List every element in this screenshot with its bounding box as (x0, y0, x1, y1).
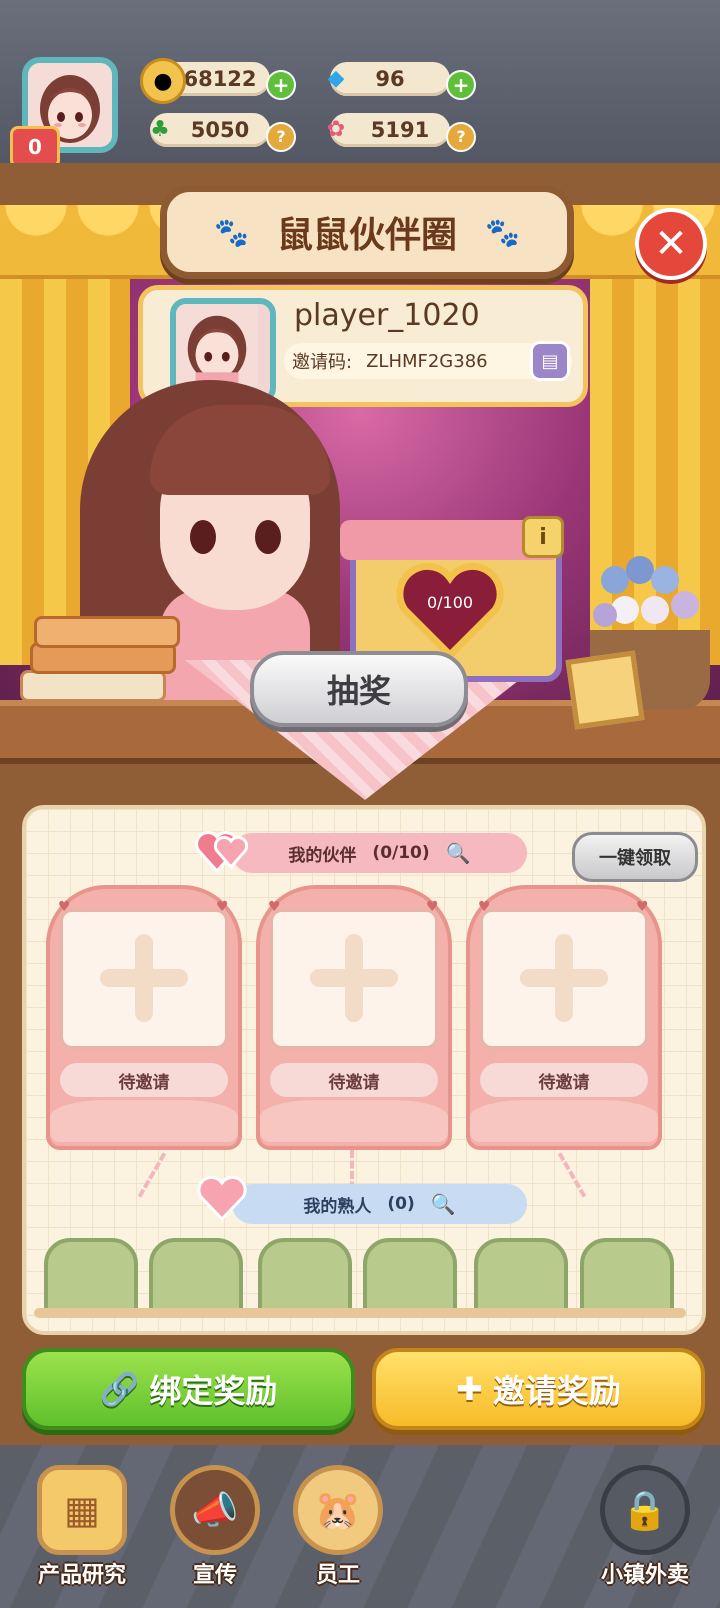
nav-product-research[interactable]: ▦ 产品研究 (27, 1465, 137, 1600)
character-eye (255, 520, 281, 554)
flower-icon: ✿ (326, 116, 346, 142)
clover-help-button[interactable]: ? (266, 122, 296, 152)
info-icon: i (539, 524, 547, 550)
double-heart-icon (195, 831, 249, 874)
copy-icon: ▤ (541, 350, 559, 372)
search-icon[interactable]: 🔍 (446, 841, 471, 865)
copy-invite-code-button[interactable]: ▤ (530, 341, 570, 381)
link-icon: 🔗 (99, 1370, 140, 1408)
paw-icon: 🐾 (485, 215, 520, 249)
add-gems-button[interactable]: + (446, 70, 476, 100)
close-icon: ✕ (654, 221, 688, 267)
coin-icon: ● (140, 58, 186, 104)
player-name: player_1020 (294, 298, 480, 333)
my-partners-header: 我的伙伴 (0/10) 🔍 (232, 833, 527, 873)
my-acquaintances-label: 我的熟人 (303, 1196, 372, 1217)
invite-code-label: 邀请码: (292, 352, 353, 373)
bind-reward-button[interactable]: 🔗 绑定奖励 (22, 1348, 355, 1430)
my-acquaintances-header: 我的熟人 (0) 🔍 (232, 1184, 527, 1224)
plus-icon: ✚ (456, 1370, 483, 1408)
photo-frame (565, 650, 645, 730)
nav-label: 产品研究 (37, 1563, 126, 1588)
lottery-progress: 0/100 (426, 593, 474, 612)
partner-slot[interactable]: ♥ ♥ 待邀请 (46, 885, 242, 1150)
invite-reward-button[interactable]: ✚ 邀请奖励 (372, 1348, 705, 1430)
paw-icon: 🐾 (214, 215, 249, 249)
nav-label: 宣传 (192, 1563, 237, 1588)
invite-code-value: ZLHMF2G386 (366, 350, 488, 372)
acquaintance-slot[interactable] (149, 1238, 243, 1318)
acquaintance-slot[interactable] (44, 1238, 138, 1318)
flower-value: 5191 (370, 118, 430, 142)
acquaintance-slot[interactable] (363, 1238, 457, 1318)
plus-icon (345, 934, 363, 1022)
heart-icon (197, 1175, 247, 1222)
invite-code-row: 邀请码: ZLHMF2G386 (284, 343, 572, 379)
plus-icon (555, 934, 573, 1022)
my-partners-count: (0/10) (372, 843, 430, 863)
plus-icon (135, 934, 153, 1022)
nav-town-delivery[interactable]: 🔒 小镇外卖 (590, 1465, 700, 1600)
draw-lottery-button[interactable]: 抽奖 (250, 651, 468, 727)
bind-reward-label: 绑定奖励 (149, 1372, 278, 1410)
panel-title-sign: 🐾 鼠鼠伙伴圈 🐾 (160, 185, 574, 279)
slot-status: 待邀请 (270, 1063, 438, 1097)
nav-staff[interactable]: 🐹 员工 (283, 1465, 393, 1600)
partner-slot[interactable]: ♥ ♥ 待邀请 (466, 885, 662, 1150)
flower-help-button[interactable]: ? (446, 122, 476, 152)
my-partners-label: 我的伙伴 (288, 845, 357, 866)
slot-wave-decoration (50, 1100, 238, 1142)
diamond-icon: ◆ (327, 65, 345, 91)
gems-value: 96 (375, 67, 405, 91)
slot-status: 待邀请 (60, 1063, 228, 1097)
slot-wave-decoration (470, 1100, 658, 1142)
slot-wave-decoration (260, 1100, 448, 1142)
close-button[interactable]: ✕ (635, 208, 707, 280)
acquaintance-slot[interactable] (580, 1238, 674, 1318)
panel-title: 鼠鼠伙伴圈 (276, 215, 457, 256)
lottery-info-button[interactable]: i (522, 516, 564, 558)
book (34, 616, 180, 648)
clover-value: 5050 (190, 118, 250, 142)
my-acquaintances-count: (0) (387, 1194, 415, 1214)
nav-promotion[interactable]: 📣 宣传 (160, 1465, 270, 1600)
character-eye (190, 520, 216, 554)
search-icon[interactable]: 🔍 (431, 1192, 456, 1216)
girl-portrait-icon (176, 304, 258, 386)
slot-status: 待邀请 (480, 1063, 648, 1097)
partner-slot[interactable]: ♥ ♥ 待邀请 (256, 885, 452, 1150)
board-rail (34, 1308, 686, 1318)
coins-value: 68122 (183, 67, 257, 91)
level-badge: 0 (10, 126, 60, 168)
research-icon: ▦ (37, 1465, 127, 1555)
nav-label: 员工 (315, 1563, 360, 1588)
hamster-icon: 🐹 (293, 1465, 383, 1555)
acquaintance-slot[interactable] (258, 1238, 352, 1318)
delivery-icon: 🔒 (600, 1465, 690, 1555)
claim-all-button[interactable]: 一键领取 (572, 832, 698, 882)
book (20, 670, 166, 702)
acquaintance-slot[interactable] (474, 1238, 568, 1318)
invite-reward-label: 邀请奖励 (492, 1372, 621, 1410)
add-coins-button[interactable]: + (266, 70, 296, 100)
nav-label: 小镇外卖 (600, 1563, 689, 1588)
megaphone-icon: 📣 (170, 1465, 260, 1555)
clover-icon: ♣ (150, 116, 170, 142)
book-stack (20, 610, 180, 702)
